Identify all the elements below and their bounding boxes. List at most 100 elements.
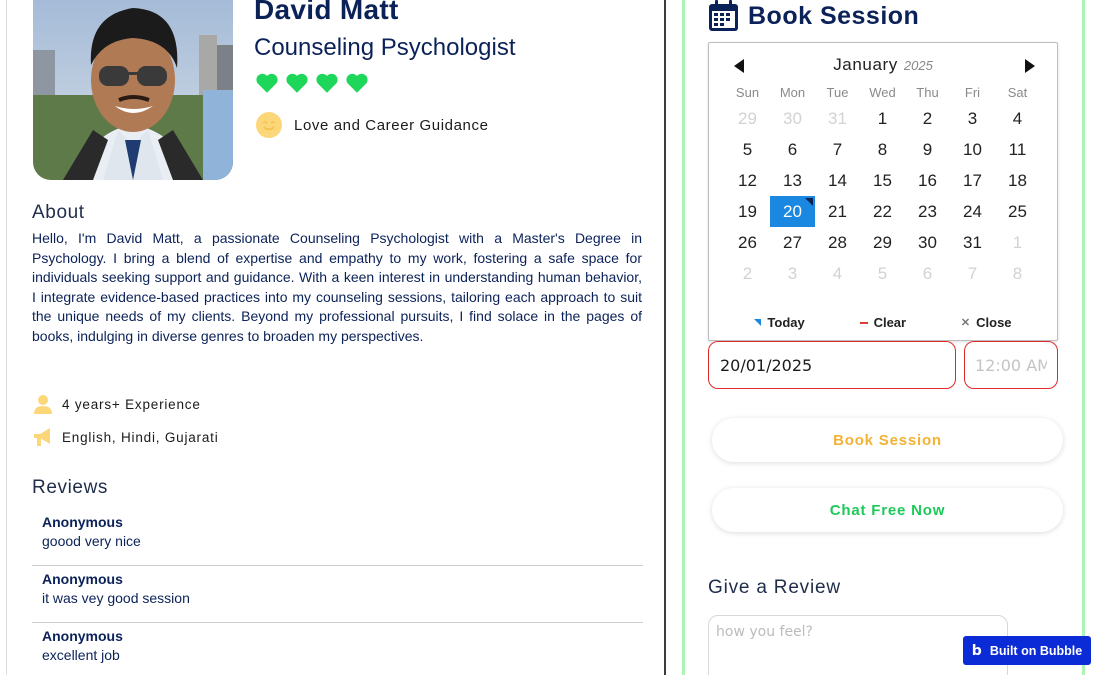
clear-label: Clear — [873, 315, 907, 330]
heart-icon — [316, 73, 338, 93]
calendar-title: January 2025 — [709, 55, 1057, 75]
weekday-label: Thu — [916, 85, 939, 100]
calendar-day[interactable]: 2 — [905, 103, 950, 134]
date-picker: January 2025 Sun Mon Tue Wed Thu Fri Sat … — [708, 42, 1058, 341]
calendar-day[interactable]: 19 — [725, 196, 770, 227]
close-button[interactable]: ✕ Close — [961, 315, 1012, 330]
calendar-day[interactable]: 22 — [860, 196, 905, 227]
today-marker — [805, 198, 813, 206]
calendar-day-selected[interactable]: 20 — [770, 196, 815, 227]
calendar-day[interactable]: 8 — [995, 258, 1040, 289]
calendar-day[interactable]: 13 — [770, 165, 815, 196]
calendar-week: 26 27 28 29 30 31 1 — [725, 227, 1040, 258]
calendar-day[interactable]: 6 — [905, 258, 950, 289]
left-edge-line — [6, 0, 7, 675]
calendar-week: 5 6 7 8 9 10 11 — [725, 134, 1040, 165]
calendar-week: 12 13 14 15 16 17 18 — [725, 165, 1040, 196]
book-session-header: Book Session — [708, 0, 919, 32]
experience-row: 4 years+ Experience — [32, 393, 201, 415]
calendar-day[interactable]: 14 — [815, 165, 860, 196]
calendar-day[interactable]: 6 — [770, 134, 815, 165]
close-icon: ✕ — [960, 317, 971, 329]
time-input[interactable] — [964, 341, 1058, 389]
review-text: goood very nice — [42, 533, 141, 549]
calendar-icon — [709, 0, 738, 31]
calendar-day[interactable]: 1 — [860, 103, 905, 134]
calendar-day[interactable]: 5 — [725, 134, 770, 165]
calendar-day[interactable]: 26 — [725, 227, 770, 258]
selected-day-label: 20 — [783, 202, 802, 221]
calendar-day[interactable]: 4 — [815, 258, 860, 289]
bubble-logo-icon: b — [971, 642, 982, 659]
book-session-title: Book Session — [748, 1, 920, 30]
person-icon — [34, 395, 52, 414]
calendar-day[interactable]: 30 — [905, 227, 950, 258]
calendar-day[interactable]: 7 — [815, 134, 860, 165]
calendar-day[interactable]: 24 — [950, 196, 995, 227]
today-label: Today — [767, 315, 805, 330]
review-author: Anonymous — [42, 571, 123, 587]
calendar-day[interactable]: 25 — [995, 196, 1040, 227]
date-input[interactable] — [708, 341, 956, 389]
calendar-day[interactable]: 15 — [860, 165, 905, 196]
calendar-day[interactable]: 27 — [770, 227, 815, 258]
calendar-day[interactable]: 2 — [725, 258, 770, 289]
today-button[interactable]: Today — [754, 315, 805, 330]
calendar-day[interactable]: 5 — [860, 258, 905, 289]
about-heading: About — [32, 202, 85, 223]
calendar-day[interactable]: 28 — [815, 227, 860, 258]
profile-role: Counseling Psychologist — [254, 34, 516, 61]
calendar-year: 2025 — [903, 58, 933, 73]
calendar-day[interactable]: 10 — [950, 134, 995, 165]
calendar-week: 19 20 21 22 23 24 25 — [725, 196, 1040, 227]
calendar-day[interactable]: 3 — [950, 103, 995, 134]
calendar-day[interactable]: 9 — [905, 134, 950, 165]
next-month-icon[interactable] — [1020, 56, 1040, 76]
calendar-day[interactable]: 8 — [860, 134, 905, 165]
calendar-day[interactable]: 11 — [995, 134, 1040, 165]
calendar-day[interactable]: 17 — [950, 165, 995, 196]
calendar-day[interactable]: 21 — [815, 196, 860, 227]
heart-icon — [346, 73, 368, 93]
avatar — [33, 0, 233, 180]
review-item: Anonymous excellent job — [32, 623, 643, 675]
profile-name: David Matt — [254, 0, 399, 25]
weekday-label: Fri — [964, 85, 981, 100]
review-item: Anonymous goood very nice — [32, 509, 643, 566]
calendar-grid: Sun Mon Tue Wed Thu Fri Sat 29 30 31 1 2… — [725, 83, 1040, 289]
calendar-day[interactable]: 31 — [950, 227, 995, 258]
built-on-bubble-badge[interactable]: b Built on Bubble — [963, 636, 1091, 665]
reviews-heading: Reviews — [32, 477, 108, 498]
heart-icon — [256, 73, 278, 93]
review-author: Anonymous — [42, 628, 123, 644]
calendar-day[interactable]: 4 — [995, 103, 1040, 134]
avatar-photo — [33, 0, 233, 180]
review-text: excellent job — [42, 647, 120, 663]
weekday-label: Sat — [1007, 85, 1028, 100]
calendar-day[interactable]: 16 — [905, 165, 950, 196]
calendar-day[interactable]: 29 — [725, 103, 770, 134]
weekday-label: Tue — [826, 85, 849, 100]
calendar-day[interactable]: 1 — [995, 227, 1040, 258]
calendar-day[interactable]: 29 — [860, 227, 905, 258]
review-author: Anonymous — [42, 514, 123, 530]
badge-label: Built on Bubble — [989, 643, 1083, 658]
chat-free-button[interactable]: Chat Free Now — [712, 488, 1063, 532]
weekday-label: Wed — [869, 85, 896, 100]
calendar-day[interactable]: 31 — [815, 103, 860, 134]
languages-row: English, Hindi, Gujarati — [32, 426, 219, 448]
calendar-day[interactable]: 18 — [995, 165, 1040, 196]
calendar-day[interactable]: 23 — [905, 196, 950, 227]
calendar-day[interactable]: 30 — [770, 103, 815, 134]
calendar-day[interactable]: 7 — [950, 258, 995, 289]
book-session-button[interactable]: Book Session — [712, 418, 1063, 462]
calendar-week: 29 30 31 1 2 3 4 — [725, 103, 1040, 134]
review-item: Anonymous it was vey good session — [32, 566, 643, 623]
languages-label: English, Hindi, Gujarati — [62, 429, 219, 445]
clear-button[interactable]: Clear — [859, 315, 907, 330]
calendar-day[interactable]: 3 — [770, 258, 815, 289]
experience-label: 4 years+ Experience — [62, 396, 201, 412]
calendar-day[interactable]: 12 — [725, 165, 770, 196]
column-divider — [664, 0, 666, 675]
weekday-row: Sun Mon Tue Wed Thu Fri Sat — [725, 83, 1040, 103]
